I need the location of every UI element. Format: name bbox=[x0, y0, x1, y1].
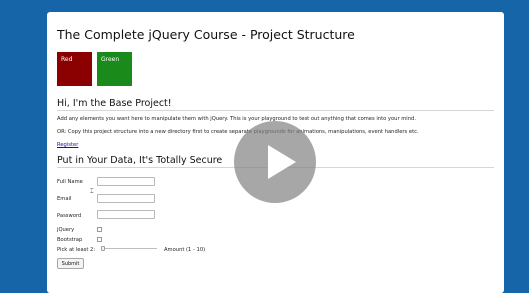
form-heading: Put in Your Data, It's Totally Secure bbox=[57, 155, 223, 166]
password-label: Password bbox=[57, 213, 82, 219]
amount-slider-track[interactable] bbox=[102, 248, 157, 249]
green-box: Green bbox=[97, 52, 132, 86]
full-name-input[interactable] bbox=[97, 177, 155, 186]
jquery-checkbox[interactable] bbox=[97, 227, 102, 232]
full-name-label: Full Name bbox=[57, 179, 83, 185]
play-icon bbox=[268, 145, 296, 179]
intro-heading: Hi, I'm the Base Project! bbox=[57, 98, 172, 109]
red-box: Red bbox=[57, 52, 92, 86]
submit-button[interactable]: Submit bbox=[57, 258, 84, 269]
intro-paragraph-1: Add any elements you want here to manipu… bbox=[57, 116, 416, 122]
bootstrap-checkbox[interactable] bbox=[97, 237, 102, 242]
play-button[interactable] bbox=[234, 121, 316, 203]
text-cursor-icon: ⌶ bbox=[90, 188, 94, 195]
password-input[interactable] bbox=[97, 210, 155, 219]
slider-label: Pick at least 2: bbox=[57, 247, 96, 253]
bootstrap-label: Bootstrap bbox=[57, 237, 83, 243]
register-link[interactable]: Register bbox=[57, 142, 78, 148]
amount-label: Amount (1 - 10) bbox=[164, 247, 206, 253]
email-input[interactable] bbox=[97, 194, 155, 203]
email-label: Email bbox=[57, 196, 72, 202]
jquery-label: jQuery bbox=[57, 227, 75, 233]
red-box-label: Red bbox=[61, 56, 73, 63]
amount-slider-handle[interactable] bbox=[101, 246, 105, 251]
divider bbox=[57, 110, 494, 111]
page-title: The Complete jQuery Course - Project Str… bbox=[57, 27, 355, 42]
green-box-label: Green bbox=[101, 56, 120, 63]
intro-paragraph-2: OR: Copy this project structure into a n… bbox=[57, 129, 419, 135]
